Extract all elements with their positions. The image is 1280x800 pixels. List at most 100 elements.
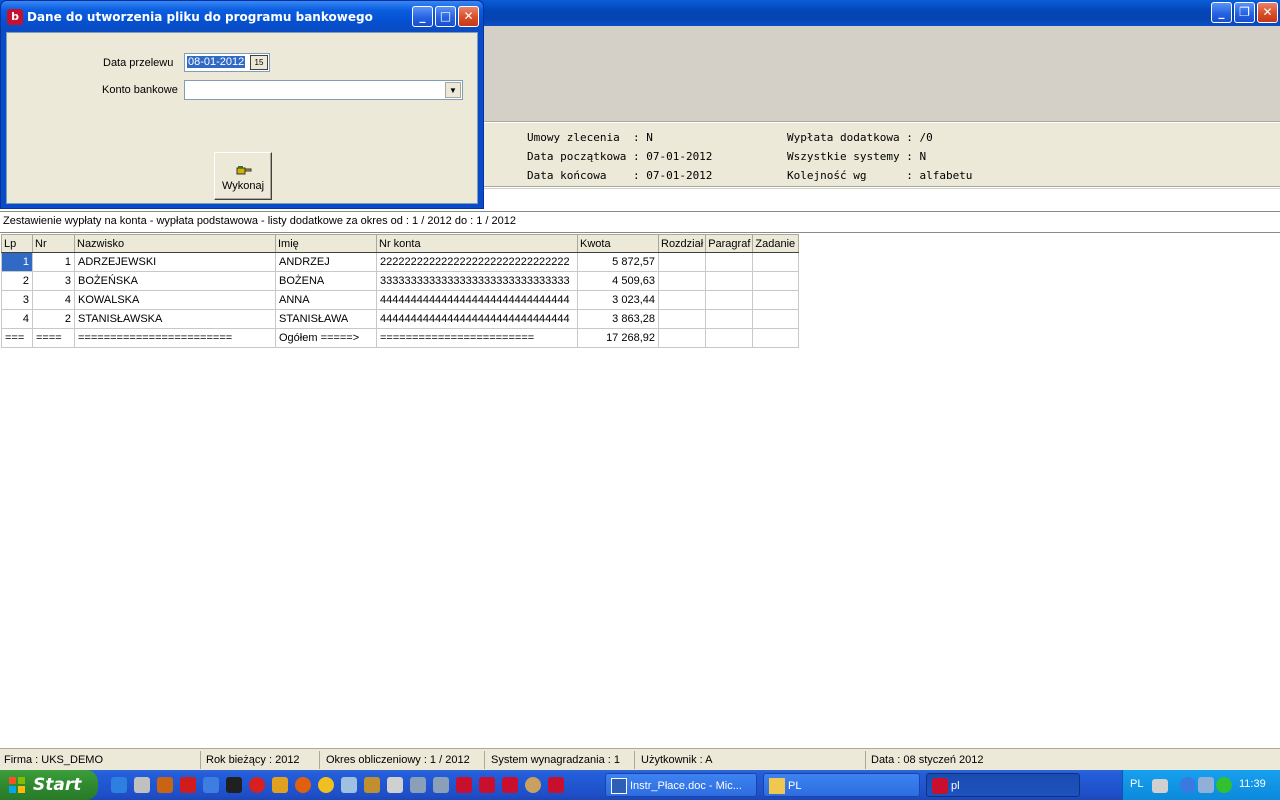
table-row[interactable]: 2 3 BOŻEŃSKA BOŻENA 33333333333333333333… <box>1 271 800 291</box>
app-logo-icon[interactable] <box>502 777 518 793</box>
firefox-icon[interactable] <box>295 777 311 793</box>
col-header-imie[interactable]: Imię <box>275 234 377 253</box>
cell-nazwisko[interactable]: KOWALSKA <box>74 290 276 310</box>
cell-nr-konta[interactable]: ======================== <box>376 328 578 348</box>
col-header-nr-konta[interactable]: Nr konta <box>376 234 578 253</box>
cell-kwota[interactable]: 3 023,44 <box>577 290 659 310</box>
keyboard-icon[interactable] <box>1152 779 1168 793</box>
cell-paragraf[interactable] <box>705 290 754 310</box>
status-icon[interactable] <box>1216 777 1232 793</box>
app-logo-icon[interactable] <box>548 777 564 793</box>
cell-total-kwota[interactable]: 17 268,92 <box>577 328 659 348</box>
cell-zadanie[interactable] <box>752 328 800 348</box>
cell-rozdzial[interactable] <box>657 309 707 329</box>
cell-nazwisko[interactable]: ======================== <box>74 328 276 348</box>
main-close-button[interactable]: ✕ <box>1257 2 1278 23</box>
task-folder-pl[interactable]: PL <box>763 773 920 797</box>
col-header-nazwisko[interactable]: Nazwisko <box>74 234 276 253</box>
cell-nr[interactable]: 1 <box>32 252 75 272</box>
cell-rozdzial[interactable] <box>657 252 707 272</box>
ie-icon[interactable] <box>111 777 127 793</box>
chevron-left-icon[interactable] <box>1180 777 1196 793</box>
cell-rozdzial[interactable] <box>657 328 707 348</box>
app-icon[interactable] <box>203 777 219 793</box>
cell-imie[interactable]: BOŻENA <box>275 271 377 291</box>
table-row[interactable]: 3 4 KOWALSKA ANNA 4444444444444444444444… <box>1 290 800 310</box>
col-header-rozdzial[interactable]: Rozdział <box>657 234 707 253</box>
payout-grid[interactable]: Lp Nr Nazwisko Imię Nr konta Kwota Rozdz… <box>1 234 800 348</box>
cell-rozdzial[interactable] <box>657 271 707 291</box>
transfer-date-field[interactable]: 08-01-2012 15 <box>184 53 270 72</box>
cell-kwota[interactable]: 5 872,57 <box>577 252 659 272</box>
cell-imie[interactable]: ANDRZEJ <box>275 252 377 272</box>
cell-lp[interactable]: 3 <box>1 290 33 310</box>
acrobat-icon[interactable] <box>180 777 196 793</box>
media-icon[interactable] <box>318 777 334 793</box>
cell-imie[interactable]: ANNA <box>275 290 377 310</box>
app-icon[interactable] <box>433 777 449 793</box>
app-icon[interactable] <box>410 777 426 793</box>
calendar-icon[interactable]: 15 <box>250 55 268 70</box>
cell-nr-konta[interactable]: 4444444444444444444444444444444 <box>376 290 578 310</box>
transfer-date-value[interactable]: 08-01-2012 <box>187 56 246 68</box>
dialog-close-button[interactable]: ✕ <box>458 6 479 27</box>
table-row[interactable]: 4 2 STANISŁAWSKA STANISŁAWA 444444444444… <box>1 309 800 329</box>
cell-paragraf[interactable] <box>705 309 754 329</box>
app-logo-icon[interactable] <box>456 777 472 793</box>
cell-paragraf[interactable] <box>705 252 754 272</box>
app-icon[interactable] <box>364 777 380 793</box>
app-icon[interactable] <box>387 777 403 793</box>
col-header-kwota[interactable]: Kwota <box>577 234 659 253</box>
main-minimize-button[interactable]: _ <box>1211 2 1232 23</box>
cell-paragraf[interactable] <box>705 271 754 291</box>
cell-nr[interactable]: ==== <box>32 328 75 348</box>
table-row[interactable]: 1 1 ADRZEJEWSKI ANDRZEJ 2222222222222222… <box>1 252 800 272</box>
col-header-paragraf[interactable]: Paragraf <box>705 234 754 253</box>
cell-imie[interactable]: STANISŁAWA <box>275 309 377 329</box>
dialog-titlebar[interactable]: b Dane do utworzenia pliku do programu b… <box>1 1 483 31</box>
start-button[interactable]: Start <box>0 770 98 800</box>
col-header-zadanie[interactable]: Zadanie <box>752 234 800 253</box>
task-word-document[interactable]: Instr_Płace.doc - Mic... <box>605 773 757 797</box>
app-icon[interactable] <box>525 777 541 793</box>
cell-nazwisko[interactable]: ADRZEJEWSKI <box>74 252 276 272</box>
cell-kwota[interactable]: 3 863,28 <box>577 309 659 329</box>
app-icon[interactable] <box>341 777 357 793</box>
app-logo-icon[interactable] <box>479 777 495 793</box>
cell-rozdzial[interactable] <box>657 290 707 310</box>
cell-nr[interactable]: 3 <box>32 271 75 291</box>
col-header-nr[interactable]: Nr <box>32 234 75 253</box>
col-header-lp[interactable]: Lp <box>1 234 33 253</box>
cell-lp[interactable]: 4 <box>1 309 33 329</box>
cell-nr-konta[interactable]: 2222222222222222222222222222222 <box>376 252 578 272</box>
cell-lp[interactable]: 2 <box>1 271 33 291</box>
app-icon[interactable] <box>226 777 242 793</box>
chevron-down-icon[interactable]: ▼ <box>445 82 461 98</box>
cell-zadanie[interactable] <box>752 252 800 272</box>
desktop-icon[interactable] <box>134 777 150 793</box>
clock[interactable]: 11:39 <box>1239 778 1266 790</box>
task-app-pl[interactable]: pl <box>926 773 1080 797</box>
execute-button[interactable]: Wykonaj <box>214 152 272 200</box>
app-icon[interactable] <box>272 777 288 793</box>
bank-account-select[interactable]: ▼ <box>184 80 463 100</box>
cell-zadanie[interactable] <box>752 271 800 291</box>
bank-file-dialog[interactable]: b Dane do utworzenia pliku do programu b… <box>0 0 484 209</box>
cell-zadanie[interactable] <box>752 309 800 329</box>
language-indicator[interactable]: PL <box>1130 778 1143 790</box>
cell-total-label[interactable]: Ogółem =====> <box>275 328 377 348</box>
app-icon[interactable] <box>157 777 173 793</box>
cell-nr[interactable]: 2 <box>32 309 75 329</box>
cell-nr-konta[interactable]: 3333333333333333333333333333333 <box>376 271 578 291</box>
cell-kwota[interactable]: 4 509,63 <box>577 271 659 291</box>
cell-nr-konta[interactable]: 4444444444444444444444444444444 <box>376 309 578 329</box>
main-restore-button[interactable]: ❐ <box>1234 2 1255 23</box>
cell-nazwisko[interactable]: STANISŁAWSKA <box>74 309 276 329</box>
cell-lp[interactable]: 1 <box>1 252 33 272</box>
cell-lp[interactable]: === <box>1 328 33 348</box>
cell-nr[interactable]: 4 <box>32 290 75 310</box>
dialog-minimize-button[interactable]: _ <box>412 6 433 27</box>
cell-nazwisko[interactable]: BOŻEŃSKA <box>74 271 276 291</box>
dialog-maximize-button[interactable]: □ <box>435 6 456 27</box>
app-icon[interactable] <box>249 777 265 793</box>
